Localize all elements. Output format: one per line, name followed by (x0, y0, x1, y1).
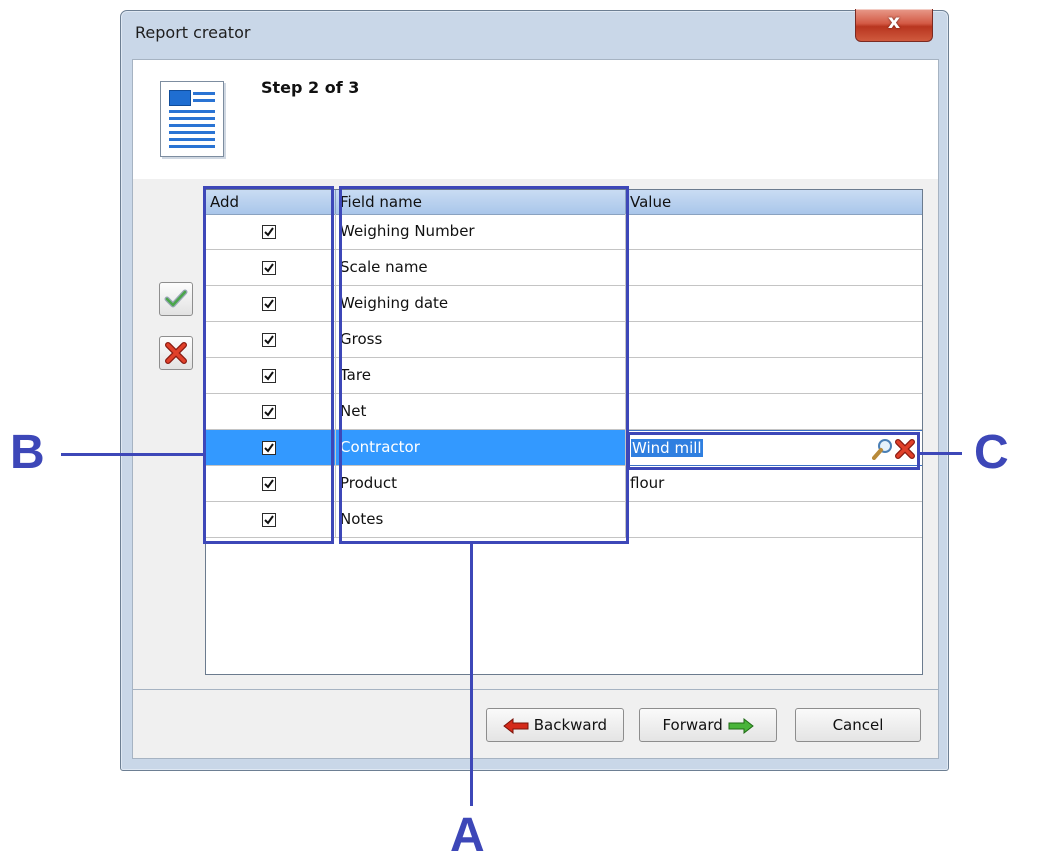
select-all-button[interactable] (159, 282, 193, 316)
column-header-value[interactable]: Value (626, 190, 922, 214)
cancel-label: Cancel (832, 716, 884, 734)
annotation-box-b (203, 186, 334, 544)
annotation-label-a: A (450, 809, 485, 862)
forward-button[interactable]: Forward (639, 708, 777, 742)
annotation-box-c (627, 432, 920, 470)
checkmark-icon (164, 289, 188, 308)
annotation-label-c: C (974, 426, 1009, 479)
value-cell[interactable] (626, 286, 922, 322)
backward-button[interactable]: Backward (486, 708, 624, 742)
forward-label: Forward (662, 716, 723, 734)
value-text: flour (630, 474, 665, 492)
close-icon: x (887, 11, 901, 33)
arrow-left-icon (503, 717, 529, 734)
value-cell[interactable]: flour (626, 466, 922, 502)
window-title: Report creator (135, 23, 251, 42)
annotation-box-a (339, 186, 629, 544)
wizard-footer: Backward Forward Cancel (132, 689, 939, 759)
red-x-icon (165, 342, 187, 364)
annotation-line-a (470, 544, 473, 806)
value-cell[interactable] (626, 214, 922, 250)
step-label: Step 2 of 3 (261, 78, 360, 97)
cancel-button[interactable]: Cancel (795, 708, 921, 742)
backward-label: Backward (533, 716, 608, 734)
arrow-right-icon (728, 717, 754, 734)
wizard-header: Step 2 of 3 (132, 59, 939, 181)
value-cell[interactable] (626, 250, 922, 286)
close-button[interactable]: x (855, 9, 933, 42)
value-cell[interactable] (626, 394, 922, 430)
value-cell[interactable] (626, 502, 922, 538)
annotation-label-b: B (10, 426, 45, 479)
value-cell[interactable] (626, 358, 922, 394)
report-icon (160, 81, 224, 157)
clear-all-button[interactable] (159, 336, 193, 370)
title-bar: Report creator x (121, 9, 948, 59)
value-cell[interactable] (626, 322, 922, 358)
annotation-line-c (920, 452, 962, 455)
annotation-line-b (61, 453, 203, 456)
